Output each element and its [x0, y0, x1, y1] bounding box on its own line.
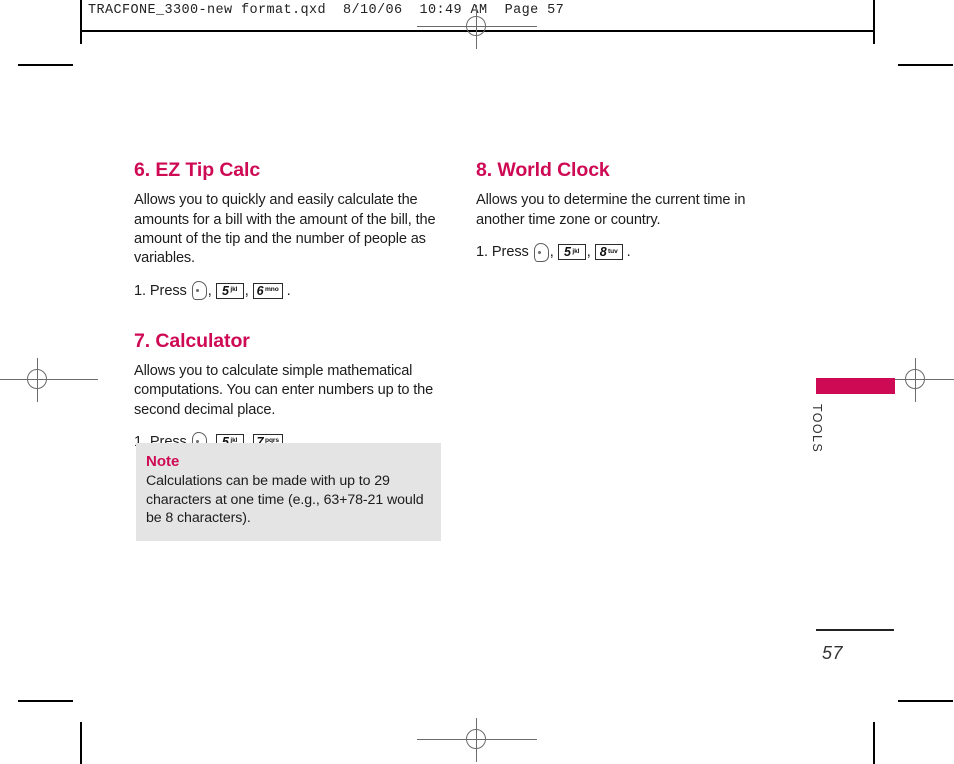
- keypad-key-5-icon: 5 jkl: [557, 244, 586, 261]
- document-page: TRACFONE_3300-new format.qxd 8/10/06 10:…: [0, 0, 954, 764]
- side-tab-label: TOOLS: [810, 404, 824, 454]
- section-body-world-clock: Allows you to determine the current time…: [476, 192, 746, 228]
- trim-rule-top-right: [873, 0, 875, 44]
- keypad-key-5-icon: 5 jkl: [215, 282, 244, 299]
- page-number: 57: [822, 643, 844, 663]
- registration-mark-top: [417, 5, 537, 49]
- registration-mark-bottom: [417, 718, 537, 762]
- note-title: Note: [146, 453, 180, 470]
- step-separator: ,: [207, 282, 212, 299]
- left-column: 6. EZ Tip Calc Allows you to quickly and…: [134, 159, 454, 452]
- keypad-digit: 5: [564, 245, 571, 260]
- folio-rule: [816, 629, 894, 631]
- section-title-ez-tip-calc: 6. EZ Tip Calc: [134, 159, 261, 181]
- trim-rule-bottom-right: [873, 722, 875, 764]
- note-box: Note Calculations can be made with up to…: [136, 443, 441, 541]
- registration-mark-left: [0, 358, 98, 402]
- step-separator: ,: [549, 244, 554, 261]
- keypad-letters: mno: [265, 286, 279, 294]
- step-separator-2: ,: [586, 244, 591, 261]
- crop-mark-top-left: [18, 64, 73, 66]
- section-calculator: 7. Calculator Allows you to calculate si…: [134, 329, 454, 452]
- step-terminator: .: [626, 244, 631, 261]
- menu-key-icon: [191, 281, 207, 301]
- side-tab-bar: [816, 378, 895, 394]
- section-body-calculator: Allows you to calculate simple mathemati…: [134, 363, 434, 418]
- step-line-world-clock: 1. Press , 5 jkl , 8 tuv .: [476, 242, 794, 262]
- keypad-digit: 8: [599, 245, 607, 260]
- keypad-letters: tuv: [608, 247, 618, 255]
- menu-key-icon: [533, 242, 549, 262]
- step-line-ez-tip-calc: 1. Press , 5 jkl , 6 mno .: [134, 281, 454, 301]
- section-ez-tip-calc: 6. EZ Tip Calc Allows you to quickly and…: [134, 159, 454, 301]
- crop-mark-bottom-right: [898, 700, 953, 702]
- keypad-digit: 6: [256, 283, 264, 298]
- step-separator-2: ,: [244, 282, 249, 299]
- keypad-letters: jkl: [230, 286, 238, 294]
- keypad-key-6-icon: 6 mno: [252, 282, 283, 299]
- note-body: Calculations can be made with up to 29 c…: [146, 473, 424, 527]
- crop-mark-top-right: [898, 64, 953, 66]
- right-column: 8. World Clock Allows you to determine t…: [476, 159, 794, 262]
- trim-rule-bottom-left: [80, 722, 82, 764]
- keypad-key-8-icon: 8 tuv: [594, 244, 623, 261]
- section-title-world-clock: 8. World Clock: [476, 159, 610, 181]
- keypad-letters: jkl: [572, 247, 580, 255]
- step-lead-label: 1. Press: [134, 282, 187, 299]
- step-terminator: .: [286, 282, 291, 299]
- trim-rule-top-left: [80, 0, 82, 44]
- section-title-calculator: 7. Calculator: [134, 329, 250, 352]
- registration-mark-right: [856, 358, 954, 402]
- section-world-clock: 8. World Clock Allows you to determine t…: [476, 159, 794, 262]
- step-lead-label: 1. Press: [476, 244, 529, 261]
- keypad-digit: 5: [222, 283, 229, 298]
- crop-mark-bottom-left: [18, 700, 73, 702]
- section-body-ez-tip-calc: Allows you to quickly and easily calcula…: [134, 192, 436, 267]
